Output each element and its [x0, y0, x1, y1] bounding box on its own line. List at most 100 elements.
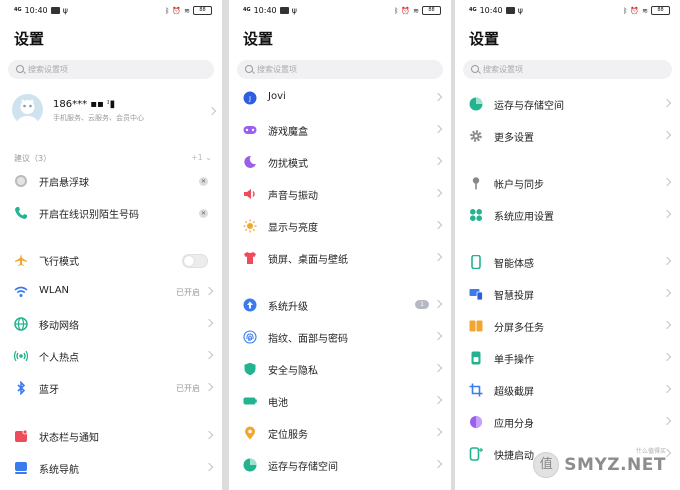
settings-item-screen-cast[interactable]: 智慧投屏 — [469, 284, 672, 304]
settings-item-lockscreen[interactable]: 锁屏、桌面与壁纸 — [243, 248, 443, 268]
chevron-right-icon — [662, 177, 672, 187]
shirt-icon — [243, 251, 257, 265]
app-clone-icon — [469, 415, 483, 429]
wifi-status-icon: ≋ — [413, 6, 419, 15]
settings-item-more-settings[interactable]: 更多设置 — [469, 126, 672, 146]
battery-status-icon: 88 — [651, 6, 670, 15]
chevron-right-icon — [204, 382, 214, 392]
apps-icon — [469, 208, 483, 222]
item-label: 帐户与同步 — [494, 180, 544, 191]
settings-item-super-screenshot[interactable]: 超级截屏 — [469, 380, 672, 400]
search-placeholder: 搜索设置项 — [483, 65, 523, 74]
settings-item-mobile-network[interactable]: 移动网络 — [14, 314, 214, 334]
jovi-icon: J — [243, 91, 257, 105]
settings-item-status-bar[interactable]: 状态栏与通知 — [14, 426, 214, 446]
signal-icon: 4G — [243, 7, 251, 13]
settings-item-game-box[interactable]: 游戏魔盒 — [243, 120, 443, 140]
airplane-mode-toggle[interactable] — [182, 254, 208, 268]
page-title: 设置 — [243, 30, 274, 48]
item-label: 安全与隐私 — [268, 366, 318, 377]
search-placeholder: 搜索设置项 — [257, 65, 297, 74]
item-label: 游戏魔盒 — [268, 127, 308, 138]
fingerprint-icon — [243, 330, 257, 344]
storage-icon — [243, 458, 257, 472]
settings-item-one-hand[interactable]: 单手操作 — [469, 348, 672, 368]
chevron-right-icon — [433, 124, 443, 134]
search-input[interactable]: 搜索设置项 — [463, 60, 672, 79]
settings-item-airplane-mode[interactable]: 飞行模式 — [14, 250, 214, 270]
chevron-right-icon — [204, 350, 214, 360]
settings-item-security[interactable]: 安全与隐私 — [243, 359, 443, 379]
settings-item-wlan[interactable]: WLAN 已开启 — [14, 282, 214, 302]
item-label: 锁屏、桌面与壁纸 — [268, 255, 348, 266]
chevron-right-icon — [207, 106, 217, 116]
bluetooth-status-icon: ᛒ — [165, 6, 170, 15]
screenshot-icon — [469, 383, 483, 397]
item-label: Jovi — [268, 91, 286, 102]
split-screen-icon — [469, 319, 483, 333]
usb-icon: ψ — [62, 6, 68, 15]
one-hand-icon — [469, 351, 483, 365]
watermark-logo-icon: 值 — [533, 452, 560, 478]
suggestion-label: 开启在线识别陌生号码 — [39, 210, 139, 221]
item-label: 更多设置 — [494, 133, 534, 144]
search-icon — [471, 65, 479, 73]
item-label: 勿扰模式 — [268, 159, 308, 170]
settings-item-storage[interactable]: 运存与存储空间 — [243, 455, 443, 475]
settings-item-display[interactable]: 显示与亮度 — [243, 216, 443, 236]
search-placeholder: 搜索设置项 — [28, 65, 68, 74]
settings-item-split-screen[interactable]: 分屏多任务 — [469, 316, 672, 336]
settings-panel-3: 4G 10:40 ψ ᛒ ⏰ ≋ 88 设置 搜索设置项 运存与存储空间 更多设… — [455, 0, 680, 490]
dismiss-icon[interactable]: ✕ — [199, 209, 208, 218]
chevron-right-icon — [433, 220, 443, 230]
dismiss-icon[interactable]: ✕ — [199, 177, 208, 186]
settings-item-system-apps[interactable]: 系统应用设置 — [469, 205, 672, 225]
chevron-right-icon — [433, 427, 443, 437]
settings-item-sound[interactable]: 声音与振动 — [243, 184, 443, 204]
suggestion-item-floating-ball[interactable]: 开启悬浮球 ✕ — [14, 171, 214, 191]
search-input[interactable]: 搜索设置项 — [8, 60, 214, 79]
chevron-right-icon — [433, 92, 443, 102]
settings-item-account-sync[interactable]: 帐户与同步 — [469, 173, 672, 193]
account-icon — [469, 176, 483, 190]
search-input[interactable]: 搜索设置项 — [237, 60, 443, 79]
battery-status-icon: 88 — [193, 6, 212, 15]
wifi-status-icon: ≋ — [642, 6, 648, 15]
page-title: 设置 — [469, 30, 500, 48]
settings-item-bluetooth[interactable]: 蓝牙 已开启 — [14, 378, 214, 398]
settings-item-system-upgrade[interactable]: 系统升级 1 — [243, 295, 443, 315]
chevron-right-icon — [662, 320, 672, 330]
chevron-right-icon — [662, 130, 672, 140]
screen-cast-icon — [469, 287, 483, 301]
item-label: 定位服务 — [268, 430, 308, 441]
shield-icon — [243, 362, 257, 376]
item-label: 电池 — [268, 398, 288, 409]
settings-item-fingerprint[interactable]: 指纹、面部与密码 — [243, 327, 443, 347]
chevron-right-icon — [662, 416, 672, 426]
chevron-right-icon — [433, 252, 443, 262]
settings-item-jovi[interactable]: J Jovi — [243, 88, 443, 108]
settings-item-storage[interactable]: 运存与存储空间 — [469, 94, 672, 114]
suggestion-item-stranger-number[interactable]: 开启在线识别陌生号码 ✕ — [14, 203, 214, 223]
status-time: 10:40 — [253, 6, 277, 15]
chevron-right-icon — [662, 256, 672, 266]
item-label: 智慧投屏 — [494, 291, 534, 302]
storage-icon — [469, 97, 483, 111]
chevron-right-icon — [662, 209, 672, 219]
settings-item-location[interactable]: 定位服务 — [243, 423, 443, 443]
notification-icon — [14, 429, 28, 443]
wifi-status-icon: ≋ — [184, 6, 190, 15]
location-icon — [243, 426, 257, 440]
settings-item-do-not-disturb[interactable]: 勿扰模式 — [243, 152, 443, 172]
suggestions-count[interactable]: +1 ⌄ — [191, 153, 212, 162]
bluetooth-status-icon: ᛒ — [623, 6, 628, 15]
svg-text:J: J — [248, 96, 251, 103]
settings-item-battery[interactable]: 电池 — [243, 391, 443, 411]
notification-app-icon — [505, 7, 515, 14]
settings-item-app-clone[interactable]: 应用分身 — [469, 412, 672, 432]
settings-item-hotspot[interactable]: 个人热点 — [14, 346, 214, 366]
chevron-right-icon — [204, 462, 214, 472]
item-label: 移动网络 — [39, 321, 79, 332]
settings-item-smart-motion[interactable]: 智能体感 — [469, 252, 672, 272]
settings-item-navigation[interactable]: 系统导航 — [14, 458, 214, 478]
